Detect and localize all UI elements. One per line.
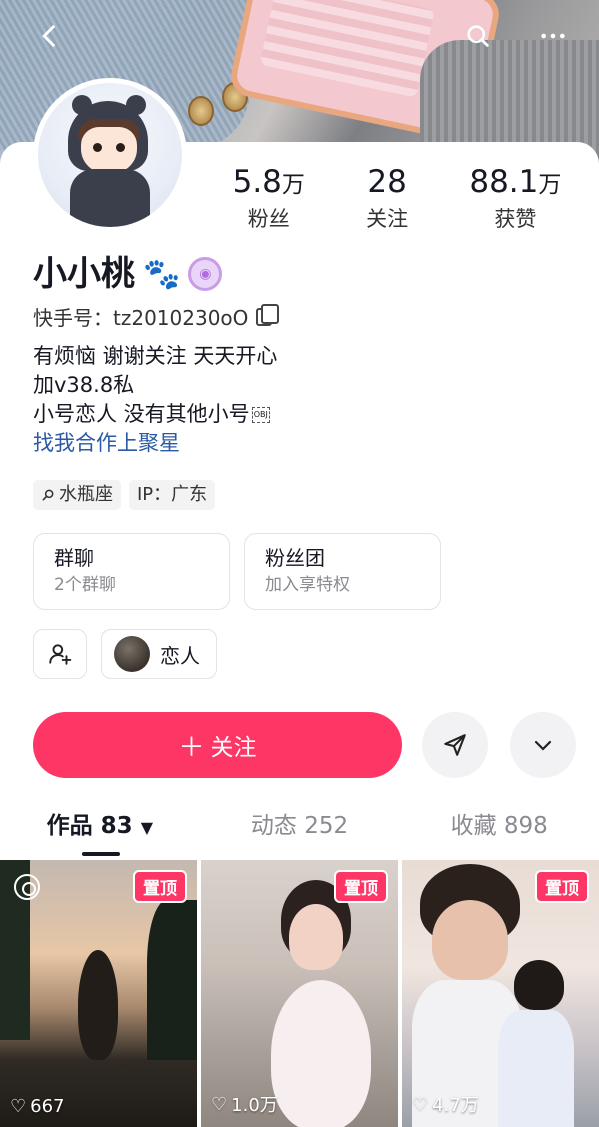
- add-friend-button[interactable]: [33, 629, 87, 679]
- likes-count: ♡ 667: [10, 1096, 65, 1117]
- likes-value: 667: [30, 1096, 65, 1117]
- followers-label: 粉丝: [247, 207, 290, 231]
- bio: 有烦恼 谢谢关注 天天开心 加v38.8私 小号恋人 没有其他小号 OBJ 找我合…: [33, 342, 277, 458]
- id-value: tz2010230oO: [113, 306, 249, 330]
- tag-ip: IP：广东: [129, 480, 216, 510]
- fan-club-sub: 加入享特权: [265, 575, 350, 595]
- group-cards: 群聊 2个群聊 粉丝团 加入享特权: [33, 533, 441, 610]
- heart-icon: ♡: [412, 1093, 429, 1115]
- heart-icon: ♡: [10, 1096, 27, 1117]
- more-button[interactable]: [533, 16, 573, 56]
- avatar-eye: [93, 143, 102, 152]
- likes-label: 获赞: [494, 207, 537, 231]
- plus-icon: ＋: [178, 732, 205, 763]
- followers-unit: 万: [281, 172, 305, 198]
- likes-count: 88.1: [469, 164, 539, 200]
- following-label: 关注: [366, 207, 409, 231]
- body-figure: [271, 980, 371, 1127]
- bio-line-text: 小号恋人 没有其他小号: [33, 402, 250, 426]
- bio-line: 加v38.8私: [33, 373, 135, 397]
- follow-button[interactable]: ＋ 关注: [33, 712, 402, 778]
- works-grid: 置顶 ♡ 667 置顶 ♡ 1.0万 置顶 ♡ 4.7万: [0, 860, 599, 1127]
- search-small-icon: [42, 489, 54, 501]
- stat-following[interactable]: 28 关注: [366, 162, 408, 233]
- pinned-badge: 置顶: [133, 870, 187, 903]
- face-figure: [432, 900, 508, 980]
- share-icon: [444, 734, 466, 756]
- fan-club-card[interactable]: 粉丝团 加入享特权: [244, 533, 441, 610]
- following-count: 28: [367, 164, 407, 200]
- tab-works[interactable]: 作品 83 ▼: [0, 806, 200, 858]
- back-icon: [42, 25, 55, 47]
- kuaishou-id: 快手号：tz2010230oO: [33, 302, 280, 331]
- lover-label: 恋人: [160, 643, 200, 668]
- second-person-hair: [514, 960, 564, 1010]
- bio-line: 小号恋人 没有其他小号 OBJ: [33, 400, 277, 429]
- tag-zodiac-label: 水瓶座: [59, 484, 113, 505]
- tag-zodiac[interactable]: 水瓶座: [33, 480, 121, 510]
- search-button[interactable]: [458, 16, 498, 56]
- avatar-eye: [116, 143, 125, 152]
- cooperation-link[interactable]: 找我合作上聚星: [33, 429, 277, 458]
- likes-count: ♡ 4.7万: [412, 1091, 479, 1117]
- stats-row: 5.8万 粉丝 28 关注 88.1万 获赞: [202, 162, 592, 233]
- copy-icon[interactable]: [256, 303, 280, 326]
- lover-avatar: [114, 636, 150, 672]
- chevron-down-icon: [534, 740, 552, 751]
- pinned-badge: 置顶: [535, 870, 589, 903]
- avatar-body: [70, 169, 150, 227]
- follow-label: 关注: [210, 735, 257, 761]
- work-tile[interactable]: 置顶 ♡ 1.0万: [201, 860, 398, 1127]
- caret-down-icon: ▼: [140, 818, 153, 837]
- profile-card: 5.8万 粉丝 28 关注 88.1万 获赞 小小桃 🐾 ◉ 快手号：tz201…: [0, 142, 599, 1127]
- stat-likes[interactable]: 88.1万 获赞: [469, 162, 561, 233]
- work-tile[interactable]: 置顶 ♡ 667: [0, 860, 197, 1127]
- search-icon: [467, 25, 489, 47]
- second-person-jersey: [498, 1010, 574, 1127]
- tree-silhouette: [147, 900, 197, 1060]
- id-label: 快手号：: [33, 306, 113, 330]
- back-button[interactable]: [30, 16, 70, 56]
- more-icon: [541, 33, 565, 39]
- lover-chip[interactable]: 恋人: [101, 629, 217, 679]
- tab-works-label: 作品 83: [46, 813, 133, 839]
- paw-emoji: 🐾: [143, 256, 181, 292]
- work-tile[interactable]: 置顶 ♡ 4.7万: [402, 860, 599, 1127]
- face-figure: [289, 904, 343, 970]
- more-options-button[interactable]: [510, 712, 576, 778]
- add-friend-icon: [49, 644, 72, 665]
- silhouette-figure: [78, 950, 118, 1060]
- likes-unit: 万: [538, 172, 562, 198]
- likes-count: ♡ 1.0万: [211, 1091, 278, 1117]
- tabs: 作品 83 ▼ 动态 252 收藏 898: [0, 806, 599, 858]
- tag-ip-label: IP：广东: [137, 484, 208, 505]
- avatar[interactable]: [33, 78, 187, 232]
- obj-placeholder-icon: OBJ: [251, 407, 270, 423]
- live-icon: [14, 874, 40, 900]
- group-chat-sub: 2个群聊: [54, 575, 116, 595]
- cover-button-decoration: [188, 96, 214, 126]
- pinned-badge: 置顶: [334, 870, 388, 903]
- fan-club-title: 粉丝团: [265, 546, 325, 570]
- group-chat-title: 群聊: [54, 546, 94, 570]
- tags-row: 水瓶座 IP：广东: [33, 480, 216, 510]
- heart-icon: ♡: [211, 1093, 228, 1115]
- name-row: 小小桃 🐾 ◉: [33, 252, 223, 296]
- stat-followers[interactable]: 5.8万 粉丝: [233, 162, 305, 233]
- likes-value: 1.0万: [231, 1095, 278, 1116]
- group-chat-card[interactable]: 群聊 2个群聊: [33, 533, 230, 610]
- followers-count: 5.8: [232, 164, 282, 200]
- tab-moments[interactable]: 动态 252: [200, 806, 400, 858]
- avatar-face: [81, 127, 137, 173]
- profile-name: 小小桃: [33, 254, 135, 294]
- camera-badge-icon[interactable]: ◉: [188, 257, 223, 291]
- bio-line: 有烦恼 谢谢关注 天天开心: [33, 344, 278, 368]
- tab-favorites[interactable]: 收藏 898: [399, 806, 599, 858]
- share-button[interactable]: [422, 712, 488, 778]
- likes-value: 4.7万: [432, 1095, 479, 1116]
- relation-row: 恋人: [33, 629, 217, 679]
